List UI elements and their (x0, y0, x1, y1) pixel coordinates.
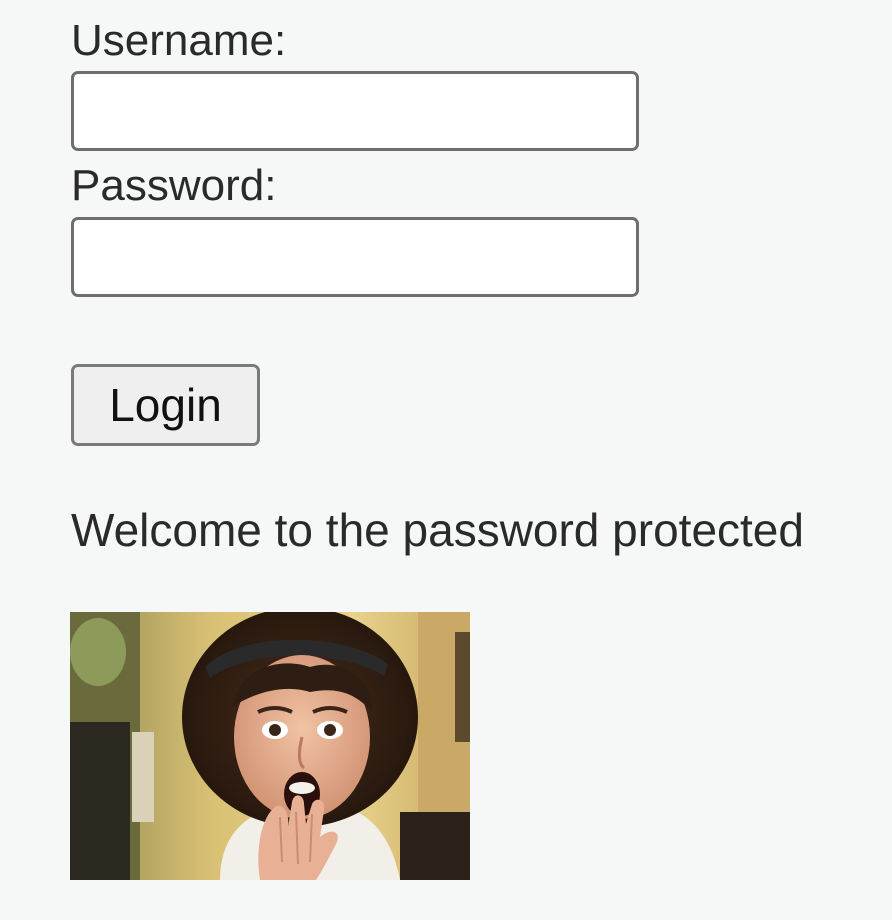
surprised-person-photo (70, 612, 470, 880)
username-label: Username: (71, 16, 287, 65)
username-field[interactable] (71, 71, 639, 151)
login-page: Username: Password: Login Welcome to the… (0, 0, 892, 920)
welcome-message: Welcome to the password protected (71, 504, 804, 556)
login-button[interactable]: Login (71, 364, 260, 446)
password-label: Password: (71, 161, 277, 210)
password-field[interactable] (71, 217, 639, 297)
